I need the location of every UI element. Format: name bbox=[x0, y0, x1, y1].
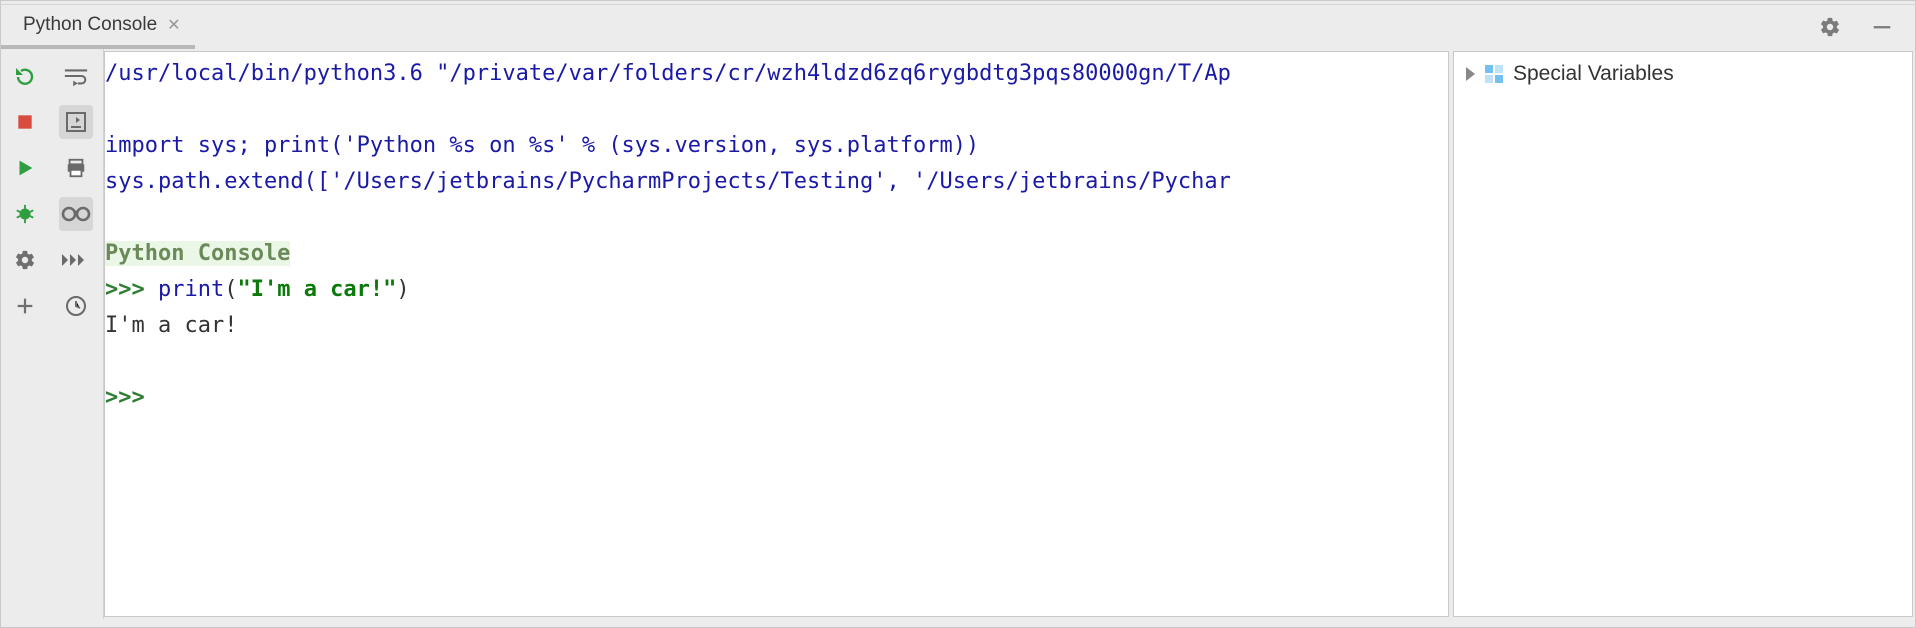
command-history-button[interactable] bbox=[59, 243, 93, 277]
stop-button[interactable] bbox=[8, 105, 42, 139]
special-variables-label: Special Variables bbox=[1513, 62, 1674, 86]
console-text: /usr/local/bin/python3.6 "/private/var/f… bbox=[105, 52, 1448, 416]
tab-bar: Python Console ✕ bbox=[1, 5, 1915, 49]
print-button[interactable] bbox=[59, 151, 93, 185]
footer bbox=[1, 619, 1915, 627]
interpreter-line: /usr/local/bin/python3.6 "/private/var/f… bbox=[105, 61, 1231, 86]
variables-group-icon bbox=[1485, 65, 1503, 83]
cmd1-str: "I'm a car!" bbox=[237, 277, 396, 302]
soft-wrap-button[interactable] bbox=[59, 59, 93, 93]
debug-button[interactable] bbox=[8, 197, 42, 231]
rerun-button[interactable] bbox=[8, 59, 42, 93]
header-icons bbox=[1813, 10, 1915, 44]
cmd1-func: print bbox=[158, 277, 224, 302]
console-output[interactable]: /usr/local/bin/python3.6 "/private/var/f… bbox=[104, 51, 1449, 617]
body-row: /usr/local/bin/python3.6 "/private/var/f… bbox=[1, 49, 1915, 619]
import-line: import sys; print('Python %s on %s' % (s… bbox=[105, 133, 979, 158]
gear-icon[interactable] bbox=[1813, 10, 1847, 44]
cmd1-open: ( bbox=[224, 277, 237, 302]
scroll-to-end-button[interactable] bbox=[59, 105, 93, 139]
show-variables-button[interactable] bbox=[59, 197, 93, 231]
left-toolbar bbox=[1, 49, 49, 619]
output-1: I'm a car! bbox=[105, 313, 237, 338]
play-button[interactable] bbox=[8, 151, 42, 185]
special-variables-row[interactable]: Special Variables bbox=[1466, 62, 1900, 86]
minimize-icon[interactable] bbox=[1865, 10, 1899, 44]
expand-icon[interactable] bbox=[1466, 67, 1475, 81]
python-console-panel: Python Console ✕ bbox=[0, 0, 1916, 628]
variables-pane[interactable]: Special Variables bbox=[1453, 51, 1913, 617]
settings-button[interactable] bbox=[8, 243, 42, 277]
cmd1-close: ) bbox=[396, 277, 409, 302]
tab-title: Python Console bbox=[23, 14, 157, 36]
syspath-line: sys.path.extend(['/Users/jetbrains/Pycha… bbox=[105, 169, 1231, 194]
add-button[interactable] bbox=[8, 289, 42, 323]
history-button[interactable] bbox=[59, 289, 93, 323]
console-title-label: Python Console bbox=[105, 241, 290, 266]
console-iconbar bbox=[49, 49, 104, 619]
prompt-2: >>> bbox=[105, 385, 158, 410]
tab-python-console[interactable]: Python Console ✕ bbox=[1, 5, 195, 49]
prompt-1: >>> bbox=[105, 277, 158, 302]
close-icon[interactable]: ✕ bbox=[167, 15, 180, 35]
